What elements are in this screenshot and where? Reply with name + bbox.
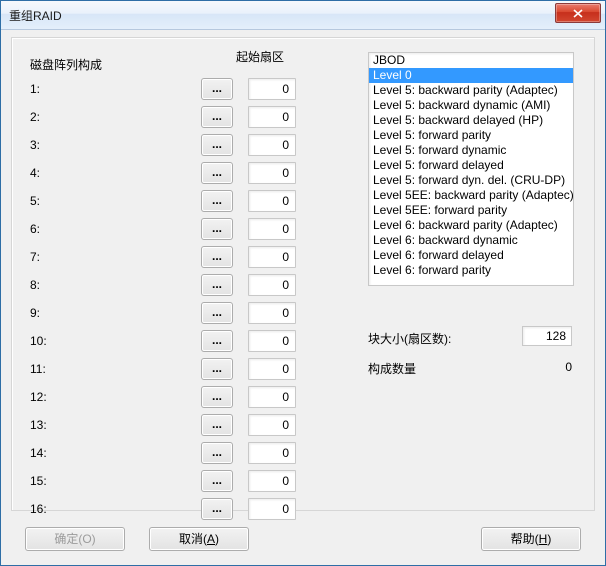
raid-level-listbox[interactable]: JBODLevel 0Level 5: backward parity (Ada… [368, 52, 574, 286]
browse-button[interactable]: ... [201, 498, 233, 520]
browse-button[interactable]: ... [201, 218, 233, 240]
row-label: 15: [30, 474, 47, 488]
block-size-input[interactable]: 128 [522, 326, 572, 346]
browse-button[interactable]: ... [201, 190, 233, 212]
start-sector-input[interactable]: 0 [248, 442, 296, 464]
start-sector-input[interactable]: 0 [248, 498, 296, 520]
raid-level-item[interactable]: Level 5: forward dyn. del. (CRU-DP) [369, 173, 573, 188]
browse-button[interactable]: ... [201, 162, 233, 184]
help-button-pre: 帮助( [511, 532, 539, 546]
row-label: 11: [30, 362, 46, 376]
cancel-button-pre: 取消( [179, 532, 207, 546]
row-label: 9: [30, 306, 40, 320]
start-sector-input[interactable]: 0 [248, 274, 296, 296]
raid-level-item[interactable]: Level 6: forward delayed [369, 248, 573, 263]
browse-button[interactable]: ... [201, 134, 233, 156]
raid-level-item[interactable]: Level 5: backward delayed (HP) [369, 113, 573, 128]
start-sector-input[interactable]: 0 [248, 330, 296, 352]
browse-button[interactable]: ... [201, 470, 233, 492]
start-sector-input[interactable]: 0 [248, 246, 296, 268]
titlebar: 重组RAID [1, 1, 605, 30]
cancel-button-post: ) [215, 532, 219, 546]
client-area: 磁盘阵列构成 起始扇区 1:... 0 2:... 0 3:... 0 4:... 0 5:..… [11, 37, 595, 555]
row-label: 6: [30, 222, 40, 236]
composition-header: 磁盘阵列构成 [30, 56, 102, 73]
dialog-window: 重组RAID 磁盘阵列构成 起始扇区 1:... 0 2:... 0 3:... 0 4:.… [0, 0, 606, 566]
raid-level-item[interactable]: Level 6: backward parity (Adaptec) [369, 218, 573, 233]
close-icon [573, 9, 583, 18]
start-sector-input[interactable]: 0 [248, 78, 296, 100]
browse-button[interactable]: ... [201, 106, 233, 128]
help-button-post: ) [547, 532, 551, 546]
raid-level-item[interactable]: Level 5EE: backward parity (Adaptec) [369, 188, 573, 203]
cancel-button[interactable]: 取消(A) [149, 527, 249, 551]
row-label: 16: [30, 502, 47, 516]
block-size-label: 块大小(扇区数): [368, 330, 451, 347]
start-sector-input[interactable]: 0 [248, 414, 296, 436]
raid-level-item[interactable]: Level 5: forward dynamic [369, 143, 573, 158]
window-title: 重组RAID [9, 7, 62, 24]
raid-level-item[interactable]: Level 5: backward dynamic (AMI) [369, 98, 573, 113]
browse-button[interactable]: ... [201, 386, 233, 408]
browse-button[interactable]: ... [201, 330, 233, 352]
browse-button[interactable]: ... [201, 274, 233, 296]
raid-level-item[interactable]: Level 5: backward parity (Adaptec) [369, 83, 573, 98]
raid-level-item[interactable]: Level 6: forward parity [369, 263, 573, 278]
main-panel: 磁盘阵列构成 起始扇区 1:... 0 2:... 0 3:... 0 4:... 0 5:..… [11, 37, 595, 511]
cancel-button-accel: A [207, 532, 215, 546]
row-label: 4: [30, 166, 40, 180]
help-button[interactable]: 帮助(H) [481, 527, 581, 551]
browse-button[interactable]: ... [201, 358, 233, 380]
start-sector-header: 起始扇区 [236, 48, 284, 65]
row-label: 10: [30, 334, 47, 348]
start-sector-input[interactable]: 0 [248, 134, 296, 156]
raid-level-item[interactable]: Level 5EE: forward parity [369, 203, 573, 218]
browse-button[interactable]: ... [201, 414, 233, 436]
raid-level-item[interactable]: Level 0 [369, 68, 573, 83]
start-sector-input[interactable]: 0 [248, 358, 296, 380]
start-sector-input[interactable]: 0 [248, 106, 296, 128]
start-sector-input[interactable]: 0 [248, 190, 296, 212]
raid-level-item[interactable]: Level 5: forward parity [369, 128, 573, 143]
component-count-value: 0 [565, 360, 572, 374]
button-row: 确定(O) 取消(A) 帮助(H) [11, 521, 595, 555]
row-label: 5: [30, 194, 40, 208]
browse-button[interactable]: ... [201, 78, 233, 100]
start-sector-input[interactable]: 0 [248, 162, 296, 184]
row-label: 2: [30, 110, 40, 124]
browse-button[interactable]: ... [201, 246, 233, 268]
row-label: 14: [30, 446, 47, 460]
row-label: 13: [30, 418, 47, 432]
start-sector-input[interactable]: 0 [248, 470, 296, 492]
start-sector-input[interactable]: 0 [248, 218, 296, 240]
close-button[interactable] [555, 3, 601, 23]
ok-button[interactable]: 确定(O) [25, 527, 125, 551]
browse-button[interactable]: ... [201, 442, 233, 464]
browse-button[interactable]: ... [201, 302, 233, 324]
start-sector-input[interactable]: 0 [248, 386, 296, 408]
row-label: 7: [30, 250, 40, 264]
row-label: 8: [30, 278, 40, 292]
start-sector-input[interactable]: 0 [248, 302, 296, 324]
row-label: 3: [30, 138, 40, 152]
raid-level-item[interactable]: Level 5: forward delayed [369, 158, 573, 173]
row-label: 1: [30, 82, 40, 96]
raid-level-item[interactable]: JBOD [369, 53, 573, 68]
component-count-label: 构成数量 [368, 360, 416, 377]
raid-level-item[interactable]: Level 6: backward dynamic [369, 233, 573, 248]
row-label: 12: [30, 390, 47, 404]
